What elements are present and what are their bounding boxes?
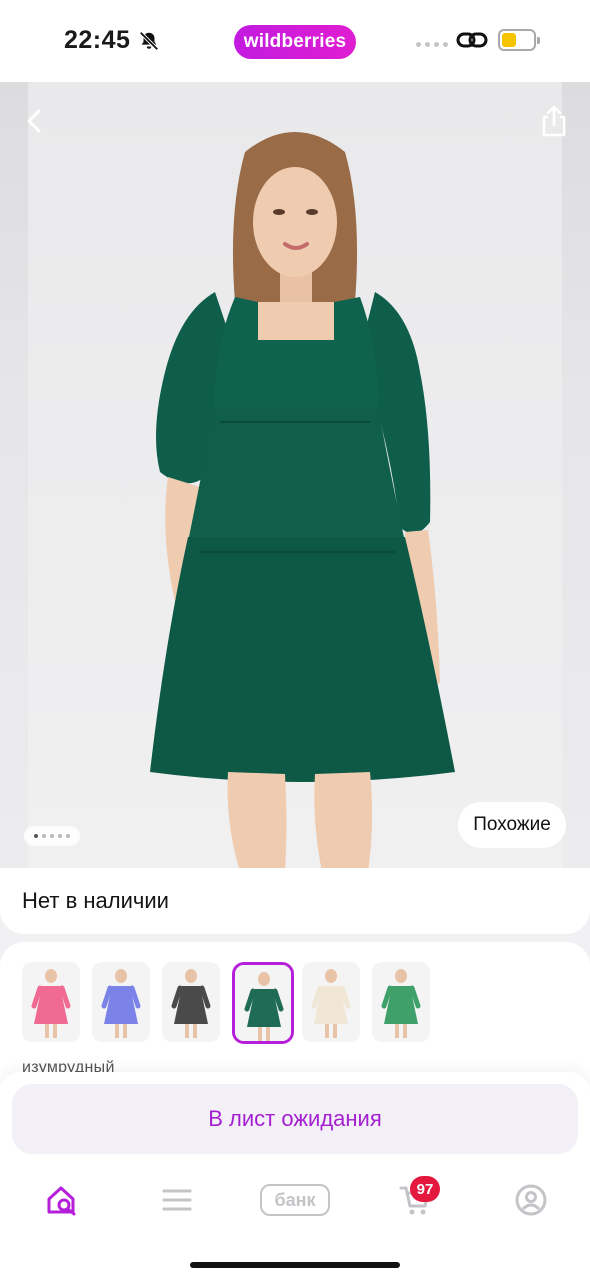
- gallery-dot: [42, 834, 46, 838]
- availability-text: Нет в наличии: [22, 888, 169, 913]
- nav-profile[interactable]: [508, 1180, 554, 1220]
- status-time: 22:45: [64, 26, 131, 54]
- gallery-dot: [58, 834, 62, 838]
- status-bar: 22:45 wildberries: [0, 0, 590, 82]
- home-indicator: [190, 1262, 400, 1268]
- waitlist-button[interactable]: В лист ожидания: [12, 1084, 578, 1154]
- back-chevron-icon[interactable]: [20, 106, 50, 136]
- bank-icon: банк: [260, 1184, 330, 1216]
- product-photo[interactable]: Похожие: [0, 82, 590, 872]
- nav-home-search[interactable]: [38, 1180, 84, 1220]
- color-swatch[interactable]: [372, 962, 430, 1042]
- bell-slash-icon: [139, 31, 159, 51]
- profile-icon: [515, 1184, 547, 1216]
- availability-card: Нет в наличии: [0, 868, 590, 934]
- share-icon[interactable]: [538, 104, 570, 138]
- gallery-dot: [34, 834, 38, 838]
- gallery-dot: [50, 834, 54, 838]
- cart-badge: 97: [410, 1176, 440, 1202]
- gallery-dot: [66, 834, 70, 838]
- signal-dots-icon: [416, 42, 448, 47]
- color-variants-card: изумрудный: [0, 942, 590, 1092]
- link-icon: [456, 32, 488, 48]
- color-swatch[interactable]: [302, 962, 360, 1042]
- gallery-pagination: [24, 826, 80, 846]
- color-swatch[interactable]: [22, 962, 80, 1042]
- bottom-nav: банк 97: [0, 1162, 590, 1280]
- battery-icon: [498, 29, 540, 51]
- home-search-icon: [47, 1186, 76, 1216]
- brand-pill[interactable]: wildberries: [234, 25, 356, 59]
- nav-bank[interactable]: банк: [260, 1180, 330, 1220]
- color-swatch[interactable]: [232, 962, 294, 1044]
- battery-level: [502, 33, 516, 47]
- color-swatch[interactable]: [162, 962, 220, 1042]
- catalog-menu-icon: [162, 1189, 192, 1211]
- dress-model-illustration: [150, 132, 455, 872]
- nav-catalog[interactable]: [154, 1180, 200, 1220]
- color-swatch[interactable]: [92, 962, 150, 1042]
- similar-button[interactable]: Похожие: [458, 802, 566, 848]
